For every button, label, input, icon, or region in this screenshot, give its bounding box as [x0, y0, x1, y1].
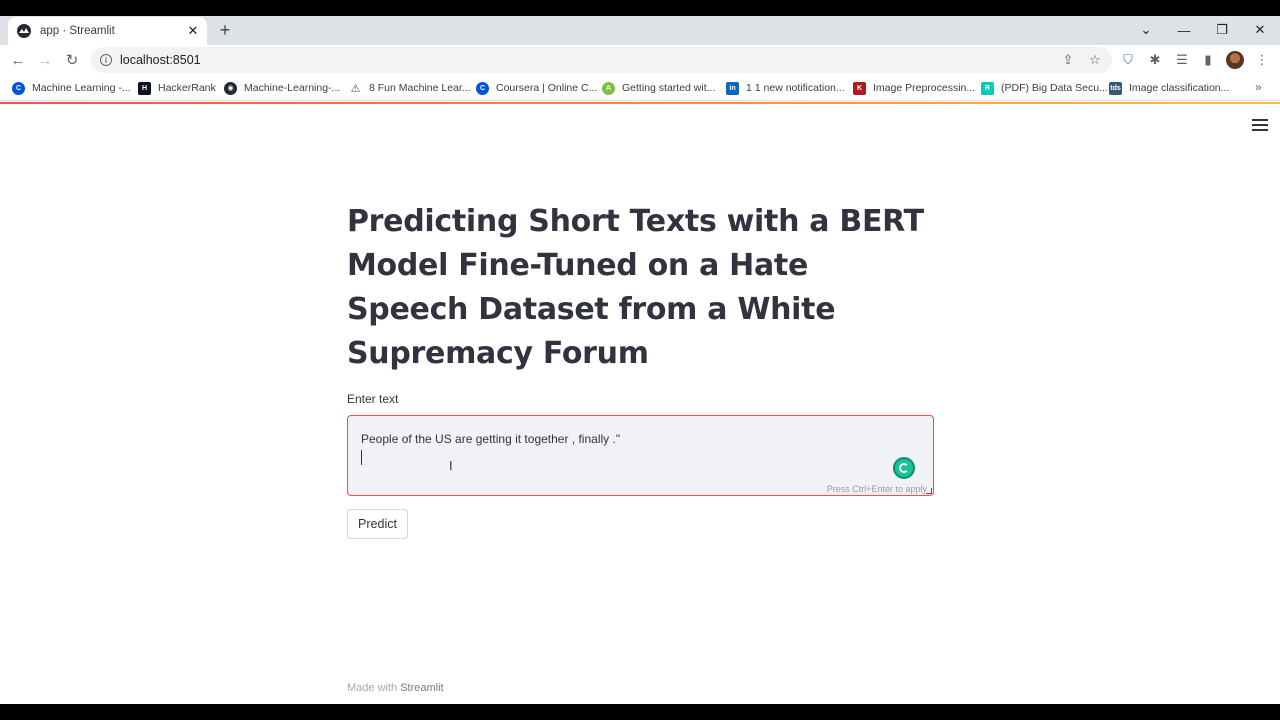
input-label: Enter text	[347, 392, 399, 406]
flask-icon: ⚠	[349, 81, 362, 95]
hackerrank-icon: H	[138, 81, 151, 95]
bookmark-label: 8 Fun Machine Lear...	[369, 82, 471, 94]
site-info-icon[interactable]: i	[100, 54, 112, 66]
bookmark-item[interactable]: in 1 1 new notification...	[726, 79, 845, 97]
bookmark-item[interactable]: C Machine Learning -...	[12, 79, 131, 97]
android-icon: A	[602, 81, 615, 95]
bookmarks-bar: C Machine Learning -... H HackerRank ◉ M…	[0, 75, 1280, 101]
browser-toolbar: ← → ↻ i localhost:8501 ⇪ ☆ ⛉ ✱ ☰ ▮ ⋮	[0, 45, 1280, 75]
grammarly-icon[interactable]	[893, 457, 915, 479]
kaggle-icon: K	[853, 81, 866, 95]
predict-button[interactable]: Predict	[347, 509, 408, 539]
extensions-icon[interactable]: ✱	[1147, 52, 1163, 68]
bookmark-label: Machine-Learning-...	[244, 82, 341, 94]
tab-search-icon[interactable]: ⌄	[1134, 20, 1158, 40]
text-cursor-icon: I	[449, 458, 453, 473]
resize-handle-icon[interactable]	[926, 488, 932, 494]
bookmark-label: Image Preprocessin...	[873, 82, 976, 94]
url-text: localhost:8501	[120, 53, 201, 67]
bookmark-label: Machine Learning -...	[32, 82, 131, 94]
coursera-icon: C	[476, 81, 489, 95]
linkedin-icon: in	[726, 81, 739, 95]
tab-close-icon[interactable]: ✕	[185, 23, 201, 39]
bookmark-label: Image classification...	[1129, 82, 1230, 94]
reading-list-icon[interactable]: ☰	[1174, 52, 1190, 68]
text-caret	[361, 450, 362, 465]
bookmark-item[interactable]: H HackerRank	[138, 79, 216, 97]
back-button[interactable]: ←	[8, 50, 28, 70]
footer-streamlit-link[interactable]: Streamlit	[400, 682, 443, 694]
bookmark-item[interactable]: ⚠ 8 Fun Machine Lear...	[349, 79, 471, 97]
tds-icon: tds	[1109, 81, 1122, 95]
footer-prefix: Made with	[347, 682, 401, 694]
more-bookmarks-icon[interactable]: »	[1255, 80, 1262, 94]
streamlit-favicon-icon	[17, 24, 31, 38]
researchgate-icon: R	[981, 81, 994, 95]
tab-strip: app · Streamlit ✕ + ⌄ — ❐ ✕	[0, 16, 1280, 45]
footer: Made with Streamlit	[347, 682, 444, 694]
tab-title: app · Streamlit	[40, 25, 115, 37]
github-icon: ◉	[224, 81, 237, 95]
close-window-button[interactable]: ✕	[1248, 20, 1272, 40]
bookmark-item[interactable]: K Image Preprocessin...	[853, 79, 975, 97]
reload-button[interactable]: ↻	[62, 50, 82, 70]
page-title: Predicting Short Texts with a BERT Model…	[347, 204, 924, 371]
bookmark-label: HackerRank	[158, 82, 216, 94]
minimize-button[interactable]: —	[1172, 20, 1196, 40]
bookmark-label: Getting started wit...	[622, 82, 716, 94]
bookmark-item[interactable]: R (PDF) Big Data Secu...	[981, 79, 1108, 97]
share-icon[interactable]: ⇪	[1060, 52, 1076, 68]
streamlit-decoration-bar	[0, 102, 1280, 104]
bookmark-item[interactable]: tds Image classification...	[1109, 79, 1229, 97]
new-tab-button[interactable]: +	[216, 20, 234, 40]
address-bar[interactable]: i localhost:8501 ⇪ ☆	[90, 47, 1112, 73]
bookmark-item[interactable]: A Getting started wit...	[602, 79, 715, 97]
tab-app[interactable]: app · Streamlit ✕	[8, 17, 207, 45]
bookmark-star-icon[interactable]: ☆	[1087, 52, 1103, 68]
bookmark-item[interactable]: ◉ Machine-Learning-...	[224, 79, 340, 97]
bookmark-item[interactable]: C Coursera | Online C...	[476, 79, 597, 97]
hamburger-menu-icon[interactable]	[1252, 119, 1268, 131]
forward-button[interactable]: →	[35, 50, 55, 70]
text-input-area[interactable]: People of the US are getting it together…	[347, 415, 934, 496]
text-input-value: People of the US are getting it together…	[361, 432, 621, 446]
bookmark-label: (PDF) Big Data Secu...	[1001, 82, 1108, 94]
side-panel-icon[interactable]: ▮	[1200, 52, 1216, 68]
browser-window: app · Streamlit ✕ + ⌄ — ❐ ✕ ← → ↻ i loca…	[0, 16, 1280, 704]
restore-button[interactable]: ❐	[1210, 20, 1234, 40]
profile-avatar[interactable]	[1226, 51, 1244, 69]
shield-extension-icon[interactable]: ⛉	[1120, 52, 1136, 68]
bookmark-label: Coursera | Online C...	[496, 82, 598, 94]
input-hint: Press Ctrl+Enter to apply	[826, 484, 927, 494]
bookmark-label: 1 1 new notification...	[746, 82, 845, 94]
browser-menu-icon[interactable]: ⋮	[1254, 52, 1270, 68]
coursera-icon: C	[12, 81, 25, 95]
